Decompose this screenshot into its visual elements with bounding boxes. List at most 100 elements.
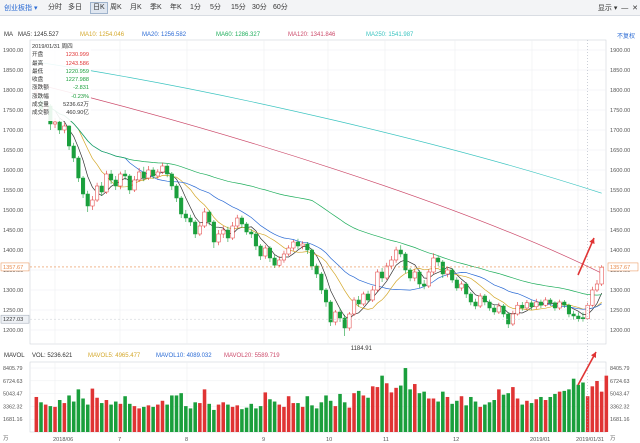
info-key: 成交量: [32, 102, 49, 109]
info-value: -0.23%: [71, 93, 89, 100]
price-panel-frame: [29, 39, 607, 345]
price-tick-label-left: 1600.00: [3, 168, 23, 174]
volume-bar: [71, 401, 76, 432]
volume-bar: [291, 403, 296, 432]
candle-body: [174, 185, 179, 199]
candle-body: [590, 289, 595, 306]
candle-body: [286, 247, 291, 255]
volume-bar: [539, 396, 543, 432]
info-value: 1230.999: [65, 52, 89, 59]
candle-body: [515, 304, 520, 315]
volume-bar: [230, 406, 235, 432]
candle-body: [380, 271, 385, 279]
candle-body: [127, 175, 132, 191]
price-tick-label-left: 1250.00: [3, 308, 23, 314]
volume-bar: [202, 389, 207, 432]
volume-bar: [76, 389, 81, 432]
price-tick-label-right: 1550.00: [610, 188, 630, 194]
candle-body: [496, 305, 501, 313]
info-row: 成交额 460.90亿: [31, 109, 91, 117]
candle-body: [132, 179, 137, 191]
candle-body: [552, 302, 557, 309]
vol-legend-item: MAVOL20: 5589.719: [224, 353, 280, 359]
volume-bar: [501, 394, 506, 432]
volume-bar: [576, 384, 581, 432]
candle-body: [207, 211, 212, 223]
volume-bar: [370, 386, 375, 432]
candle-body: [594, 283, 600, 291]
candlestick-chart[interactable]: 1900.00 1900.00 1850.00 1850.00 1800.00 1800.…: [0, 0, 640, 443]
candle-body: [440, 261, 445, 275]
candle-body: [417, 271, 422, 285]
price-tick-label-right: 1800.00: [610, 88, 630, 94]
volume-bar: [249, 403, 254, 432]
candle-body: [412, 271, 417, 279]
candle-body: [454, 279, 459, 289]
candle-body: [300, 243, 305, 247]
price-tick-label-right: 1500.00: [610, 208, 630, 214]
volume-bar: [384, 383, 389, 432]
candle-body: [165, 165, 170, 175]
volume-bar: [193, 402, 197, 432]
volume-bar: [553, 393, 557, 432]
price-tick-label-left: 1400.00: [3, 248, 23, 254]
price-tick-label-left: 1900.00: [3, 48, 23, 54]
volume-bar: [314, 408, 319, 432]
candle-body: [57, 121, 62, 131]
candle-body: [323, 289, 329, 303]
candle-body: [403, 253, 408, 271]
candle-body: [239, 217, 244, 225]
volume-bar: [198, 403, 202, 432]
info-key: 涨跌幅: [32, 93, 49, 100]
candle-body: [459, 283, 464, 289]
candle-body: [95, 185, 100, 201]
volume-bar: [156, 404, 160, 432]
info-key: 成交额: [32, 110, 49, 117]
volume-bar: [492, 400, 496, 432]
volume-bar: [338, 393, 342, 432]
volume-bar: [305, 396, 310, 432]
candle-body: [123, 173, 128, 177]
candle-body: [319, 273, 324, 291]
candle-body: [482, 295, 487, 303]
volume-bar: [534, 399, 539, 432]
candle-body: [141, 171, 146, 179]
candle-body: [347, 313, 352, 329]
candle-body: [468, 293, 473, 303]
volume-bar: [142, 406, 146, 432]
candle-body: [146, 169, 151, 179]
candle-body: [375, 271, 380, 291]
volume-bar: [146, 405, 151, 432]
candle-body: [431, 257, 436, 273]
volume-bar: [207, 403, 211, 432]
candle-body: [291, 241, 296, 249]
candle-body: [337, 311, 343, 319]
price-tick-label-left: 1850.00: [3, 68, 23, 74]
volume-bar: [567, 389, 571, 432]
candle-body: [492, 307, 497, 313]
volume-bar: [506, 393, 510, 432]
volume-bar: [441, 391, 445, 432]
volume-bar: [170, 395, 174, 432]
candle-body: [398, 249, 403, 255]
info-value: 1227.988: [65, 77, 89, 84]
candle-body: [295, 241, 301, 247]
candle-body: [151, 169, 156, 177]
vol-tick-label-left: 3362.32: [3, 404, 23, 410]
candle-body: [249, 231, 254, 235]
price-tick-label-left: 1700.00: [3, 128, 23, 134]
candle-body: [501, 305, 506, 315]
volume-bar: [53, 406, 57, 432]
volume-bar: [263, 392, 268, 432]
price-tick-label-right: 1900.00: [610, 48, 630, 54]
candle-body: [473, 301, 478, 307]
volume-bar: [548, 396, 553, 432]
volume-bar: [244, 407, 249, 432]
volume-bar: [254, 408, 258, 432]
price-marker-label-right: 1357.67: [610, 265, 630, 271]
vol-legend-item: MAVOL: [4, 353, 25, 359]
candle-body: [562, 301, 567, 306]
candle-body: [272, 257, 277, 266]
vol-tick-label-left: 8405.79: [3, 366, 23, 372]
volume-bar: [389, 392, 394, 432]
